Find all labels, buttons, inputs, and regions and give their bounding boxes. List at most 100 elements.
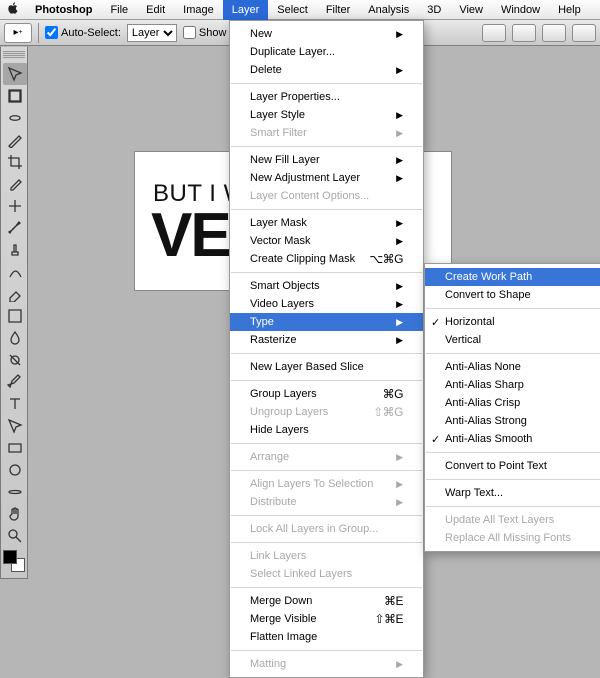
menu-item-label: Flatten Image	[250, 631, 317, 643]
layer-menu-flatten-image[interactable]: Flatten Image	[230, 628, 423, 646]
layer-menu-separator	[231, 542, 422, 543]
layer-menu-new-layer-based-slice[interactable]: New Layer Based Slice	[230, 358, 423, 376]
layer-menu-new-fill-layer[interactable]: New Fill Layer▶	[230, 151, 423, 169]
menu-analysis[interactable]: Analysis	[359, 0, 418, 20]
3d-rotate-tool[interactable]	[3, 459, 27, 481]
type-menu-anti-alias-sharp[interactable]: Anti-Alias Sharp	[425, 376, 600, 394]
layer-menu-new-adjustment-layer[interactable]: New Adjustment Layer▶	[230, 169, 423, 187]
layer-menu-separator	[231, 443, 422, 444]
menu-item-label: Replace All Missing Fonts	[445, 532, 571, 544]
type-menu-convert-to-shape[interactable]: Convert to Shape	[425, 286, 600, 304]
type-menu-anti-alias-none[interactable]: Anti-Alias None	[425, 358, 600, 376]
align-left-icon[interactable]	[482, 24, 506, 42]
type-menu-horizontal[interactable]: ✓Horizontal	[425, 313, 600, 331]
zoom-tool[interactable]	[3, 525, 27, 547]
stamp-tool[interactable]	[3, 239, 27, 261]
layer-menu-merge-down[interactable]: Merge Down⌘E	[230, 592, 423, 610]
check-icon: ✓	[431, 433, 440, 446]
gradient-tool[interactable]	[3, 305, 27, 327]
menu-photoshop[interactable]: Photoshop	[26, 0, 101, 20]
hand-tool[interactable]	[3, 503, 27, 525]
menu-view[interactable]: View	[450, 0, 492, 20]
shortcut-label: ⇧⌘E	[374, 612, 403, 626]
toolbox-grip[interactable]	[3, 51, 25, 59]
layer-menu-create-clipping-mask[interactable]: Create Clipping Mask⌥⌘G	[230, 250, 423, 268]
align-right-icon[interactable]	[542, 24, 566, 42]
layer-menu-layer-mask[interactable]: Layer Mask▶	[230, 214, 423, 232]
layer-menu-layer-style[interactable]: Layer Style▶	[230, 106, 423, 124]
menu-filter[interactable]: Filter	[317, 0, 359, 20]
menu-item-label: Rasterize	[250, 334, 296, 346]
menu-window[interactable]: Window	[492, 0, 549, 20]
layer-menu-rasterize[interactable]: Rasterize▶	[230, 331, 423, 349]
lasso-tool[interactable]	[3, 107, 27, 129]
pen-tool[interactable]	[3, 371, 27, 393]
layer-menu-vector-mask[interactable]: Vector Mask▶	[230, 232, 423, 250]
layer-menu-hide-layers[interactable]: Hide Layers	[230, 421, 423, 439]
menu-edit[interactable]: Edit	[137, 0, 174, 20]
layer-menu-layer-content-options: Layer Content Options...	[230, 187, 423, 205]
eraser-tool[interactable]	[3, 283, 27, 305]
type-menu-anti-alias-strong[interactable]: Anti-Alias Strong	[425, 412, 600, 430]
type-menu-separator	[426, 479, 600, 480]
color-swatch[interactable]	[3, 550, 25, 572]
type-menu-create-work-path[interactable]: Create Work Path	[425, 268, 600, 286]
menu-item-label: Warp Text...	[445, 487, 503, 499]
layer-menu-layer-properties[interactable]: Layer Properties...	[230, 88, 423, 106]
move-tool[interactable]	[3, 63, 27, 85]
menu-item-label: Convert to Shape	[445, 289, 531, 301]
menu-layer[interactable]: Layer	[223, 0, 269, 20]
path-sel-tool[interactable]	[3, 415, 27, 437]
menu-item-label: Layer Properties...	[250, 91, 340, 103]
auto-select-checkbox[interactable]: Auto-Select:	[45, 26, 121, 39]
layer-menu-group-layers[interactable]: Group Layers⌘G	[230, 385, 423, 403]
submenu-arrow-icon: ▶	[396, 452, 403, 463]
layer-menu-video-layers[interactable]: Video Layers▶	[230, 295, 423, 313]
type-menu-anti-alias-smooth[interactable]: ✓Anti-Alias Smooth	[425, 430, 600, 448]
layer-menu-duplicate-layer[interactable]: Duplicate Layer...	[230, 43, 423, 61]
apple-logo-icon[interactable]	[6, 1, 26, 18]
marquee-tool[interactable]	[3, 85, 27, 107]
wand-tool[interactable]	[3, 129, 27, 151]
eyedropper-tool[interactable]	[3, 173, 27, 195]
type-menu-anti-alias-crisp[interactable]: Anti-Alias Crisp	[425, 394, 600, 412]
menu-item-label: Link Layers	[250, 550, 306, 562]
type-menu-warp-text[interactable]: Warp Text...	[425, 484, 600, 502]
shape-tool[interactable]	[3, 437, 27, 459]
submenu-arrow-icon: ▶	[396, 173, 403, 184]
layer-menu-delete[interactable]: Delete▶	[230, 61, 423, 79]
type-menu-separator	[426, 506, 600, 507]
menu-item-label: Merge Down	[250, 595, 312, 607]
brush-tool[interactable]	[3, 217, 27, 239]
layer-menu-merge-visible[interactable]: Merge Visible ⇧⌘E	[230, 610, 423, 628]
menu-item-label: Vertical	[445, 334, 481, 346]
show-transform-input[interactable]	[183, 26, 196, 39]
3d-orbit-tool[interactable]	[3, 481, 27, 503]
layer-menu-new[interactable]: New▶	[230, 25, 423, 43]
auto-select-dropdown[interactable]: Layer	[127, 24, 177, 42]
layer-menu-type[interactable]: Type▶	[230, 313, 423, 331]
crop-tool[interactable]	[3, 151, 27, 173]
foreground-color-icon[interactable]	[3, 550, 17, 564]
history-tool[interactable]	[3, 261, 27, 283]
menu-item-label: New	[250, 28, 272, 40]
layer-menu-matting: Matting▶	[230, 655, 423, 673]
heal-tool[interactable]	[3, 195, 27, 217]
type-menu-vertical[interactable]: Vertical	[425, 331, 600, 349]
align-center-icon[interactable]	[512, 24, 536, 42]
menu-file[interactable]: File	[101, 0, 137, 20]
menu-image[interactable]: Image	[174, 0, 223, 20]
distribute-icon[interactable]	[572, 24, 596, 42]
auto-select-input[interactable]	[45, 26, 58, 39]
type-tool[interactable]	[3, 393, 27, 415]
menu-select[interactable]: Select	[268, 0, 317, 20]
menu-item-label: Merge Visible	[250, 613, 316, 625]
dodge-tool[interactable]	[3, 349, 27, 371]
tool-preset-button[interactable]: ▸+	[4, 23, 32, 43]
menu-3d[interactable]: 3D	[418, 0, 450, 20]
type-menu-convert-to-point-text[interactable]: Convert to Point Text	[425, 457, 600, 475]
layer-menu-smart-objects[interactable]: Smart Objects▶	[230, 277, 423, 295]
submenu-arrow-icon: ▶	[396, 659, 403, 670]
menu-help[interactable]: Help	[549, 0, 590, 20]
blur-tool[interactable]	[3, 327, 27, 349]
